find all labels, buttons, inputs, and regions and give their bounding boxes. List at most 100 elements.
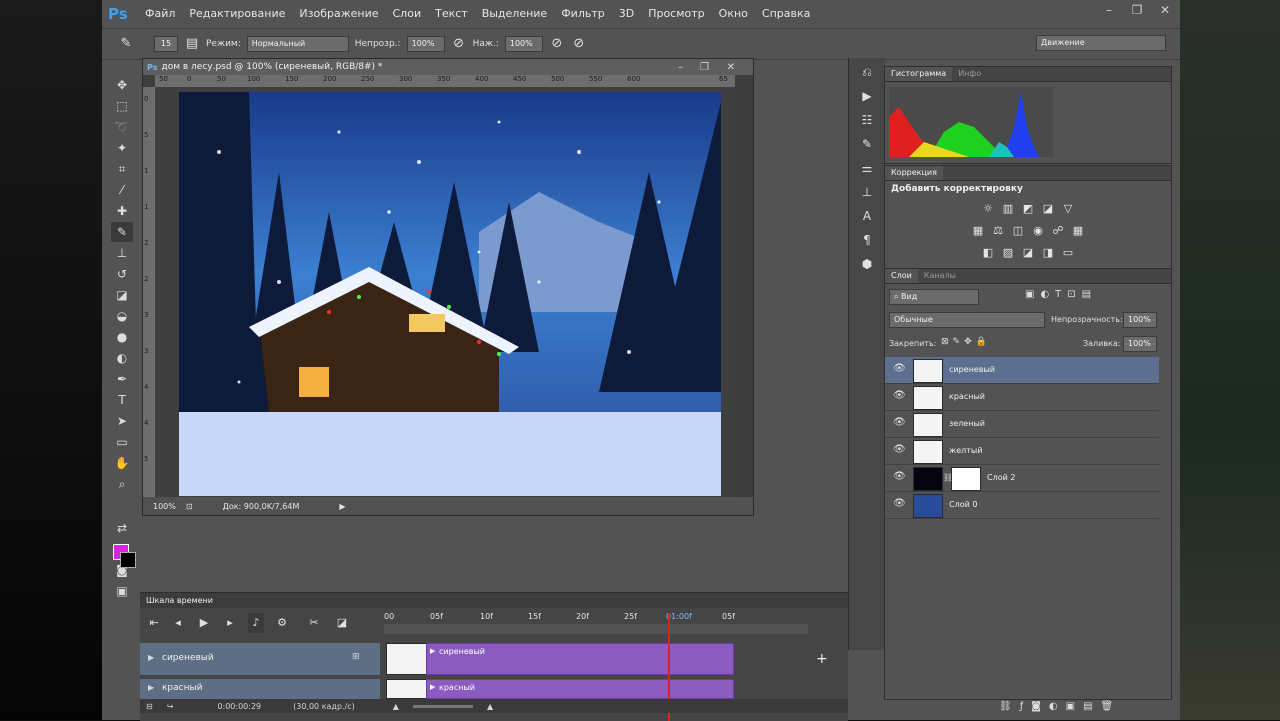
menu-layers[interactable]: Слои <box>386 0 429 28</box>
screen-mode-icon[interactable]: ▣ <box>111 581 133 601</box>
visibility-eye-icon[interactable]: 👁 <box>893 471 906 483</box>
menu-select[interactable]: Выделение <box>475 0 555 28</box>
photo-filter-icon[interactable]: ◉ <box>1031 224 1045 238</box>
timeline-clip[interactable]: ▶ сиреневый <box>426 643 734 675</box>
track-menu-icon[interactable]: ⊞ <box>352 652 360 662</box>
visibility-eye-icon[interactable]: 👁 <box>893 390 906 402</box>
brush-panel-icon[interactable]: ▤ <box>184 36 200 52</box>
type-tool-icon[interactable]: T <box>111 390 133 410</box>
vibrance-icon[interactable]: ▦ <box>971 224 985 238</box>
lasso-tool-icon[interactable]: ➰ <box>111 117 133 137</box>
canvas-area[interactable] <box>155 87 735 497</box>
layer-filter-select[interactable]: ⌕ Вид <box>889 289 979 305</box>
character-icon[interactable]: A <box>856 206 878 226</box>
menu-image[interactable]: Изображение <box>292 0 385 28</box>
timeline-track[interactable]: ▶ красный <box>140 679 380 699</box>
menu-filter[interactable]: Фильтр <box>554 0 612 28</box>
tab-channels[interactable]: Каналы <box>918 269 962 283</box>
levels-icon[interactable]: ▥ <box>1001 202 1015 216</box>
timeline-track[interactable]: ▶ сиреневый ⊞ <box>140 643 380 675</box>
invert-icon[interactable]: ◧ <box>981 246 995 260</box>
track-expand-icon[interactable]: ▶ <box>148 653 154 662</box>
timeline-clip[interactable]: ▶ красный <box>426 679 734 699</box>
layer-row[interactable]: 👁 красный <box>885 384 1159 411</box>
3d-icon[interactable]: ⬢ <box>856 254 878 274</box>
brush-presets-icon[interactable]: ⚌ <box>856 158 878 178</box>
brush-tool-icon[interactable]: ✎ <box>111 222 133 242</box>
background-color-swatch[interactable] <box>120 552 136 568</box>
gradient-map-icon[interactable]: ▽ <box>1061 202 1075 216</box>
brush-tool-icon[interactable]: ✎ <box>118 36 134 52</box>
clip-expand-icon[interactable]: ▶ <box>430 683 435 691</box>
transition-icon[interactable]: ◪ <box>334 613 350 633</box>
pen-tool-icon[interactable]: ✒ <box>111 369 133 389</box>
brightness-icon[interactable]: ☼ <box>981 202 995 216</box>
doc-maximize-icon[interactable]: ❐ <box>700 62 709 73</box>
history-brush-tool-icon[interactable]: ↺ <box>111 264 133 284</box>
layer-row[interactable]: 👁 ⛓ Слой 2 <box>885 465 1159 492</box>
crop-tool-icon[interactable]: ⌗ <box>111 159 133 179</box>
channel-mixer-icon[interactable]: ☍ <box>1051 224 1065 238</box>
gradient-icon[interactable]: ▭ <box>1061 246 1075 260</box>
tab-layers[interactable]: Слои <box>885 269 918 283</box>
opacity-field[interactable]: 100% <box>406 36 445 52</box>
eyedropper-tool-icon[interactable]: ⁄ <box>111 180 133 200</box>
layer-mask-thumbnail[interactable] <box>951 467 981 491</box>
menu-file[interactable]: Файл <box>138 0 182 28</box>
split-scissors-icon[interactable]: ✂ <box>306 613 322 633</box>
paragraph-icon[interactable]: ¶ <box>856 230 878 250</box>
menu-edit[interactable]: Редактирование <box>182 0 292 28</box>
tab-info[interactable]: Инфо <box>952 67 987 81</box>
zoom-out-mountain-icon[interactable]: ▲ <box>393 702 399 711</box>
layer-footer-icons[interactable]: ⛓ƒ◙◐▣▤🗑 <box>999 701 1121 712</box>
layer-filter-icons[interactable]: ▣◐T⊡▤ <box>1025 289 1097 300</box>
document-tab[interactable]: Ps дом в лесу.psd @ 100% (сиреневый, RGB… <box>143 59 753 75</box>
go-to-first-frame-icon[interactable]: ⇤ <box>146 613 162 633</box>
move-tool-icon[interactable]: ✥ <box>111 75 133 95</box>
render-icon[interactable]: ⊟ <box>146 702 153 711</box>
eraser-tool-icon[interactable]: ◪ <box>111 285 133 305</box>
properties-icon[interactable]: ☷ <box>856 110 878 130</box>
visibility-eye-icon[interactable]: 👁 <box>893 498 906 510</box>
pressure-size-icon[interactable]: ⊘ <box>571 36 587 52</box>
dodge-tool-icon[interactable]: ◐ <box>111 348 133 368</box>
work-area-bar[interactable] <box>384 624 808 634</box>
lookup-icon[interactable]: ▦ <box>1071 224 1085 238</box>
workspace-select[interactable]: Движение <box>1036 35 1166 51</box>
brush-size-picker[interactable]: 15 <box>154 36 178 52</box>
mode-select[interactable]: Нормальный <box>246 36 349 52</box>
close-button[interactable]: ✕ <box>1156 2 1174 18</box>
audio-icon[interactable]: ♪ <box>248 613 264 633</box>
hand-tool-icon[interactable]: ✋ <box>111 453 133 473</box>
layer-row[interactable]: 👁 желтый <box>885 438 1159 465</box>
maximize-button[interactable]: ❐ <box>1128 2 1146 18</box>
minimize-button[interactable]: – <box>1100 2 1118 18</box>
fill-field[interactable]: 100% <box>1123 336 1157 352</box>
blur-tool-icon[interactable]: ● <box>111 327 133 347</box>
tab-adjustments[interactable]: Коррекция <box>885 166 943 180</box>
layer-row[interactable]: 👁 Слой 0 <box>885 492 1159 519</box>
layer-row[interactable]: 👁 зеленый <box>885 411 1159 438</box>
blend-mode-select[interactable]: Обычные <box>889 312 1045 328</box>
tab-histogram[interactable]: Гистограмма <box>885 67 953 81</box>
winter-house-image[interactable] <box>179 92 721 496</box>
pressure-opacity-icon[interactable]: ⊘ <box>451 36 467 52</box>
selective-color-icon[interactable]: ◨ <box>1041 246 1055 260</box>
convert-icon[interactable]: ↪ <box>167 702 174 711</box>
hue-sat-icon[interactable]: ⚖ <box>991 224 1005 238</box>
airbrush-icon[interactable]: ⊘ <box>549 36 565 52</box>
actions-icon[interactable]: ▶ <box>856 86 878 106</box>
layer-row[interactable]: 👁 сиреневый <box>885 357 1159 384</box>
marquee-tool-icon[interactable]: ⬚ <box>111 96 133 116</box>
pressure-field[interactable]: 100% <box>504 36 543 52</box>
healing-tool-icon[interactable]: ✚ <box>111 201 133 221</box>
doc-minimize-icon[interactable]: – <box>678 62 683 73</box>
status-menu-icon[interactable]: ▶ <box>339 502 345 511</box>
track-expand-icon[interactable]: ▶ <box>148 683 154 692</box>
menu-text[interactable]: Текст <box>428 0 475 28</box>
posterize-icon[interactable]: ▨ <box>1001 246 1015 260</box>
quick-select-tool-icon[interactable]: ✦ <box>111 138 133 158</box>
clone-source-icon[interactable]: ⊥ <box>856 182 878 202</box>
shape-tool-icon[interactable]: ▭ <box>111 432 133 452</box>
play-icon[interactable]: ▶ <box>196 613 212 633</box>
